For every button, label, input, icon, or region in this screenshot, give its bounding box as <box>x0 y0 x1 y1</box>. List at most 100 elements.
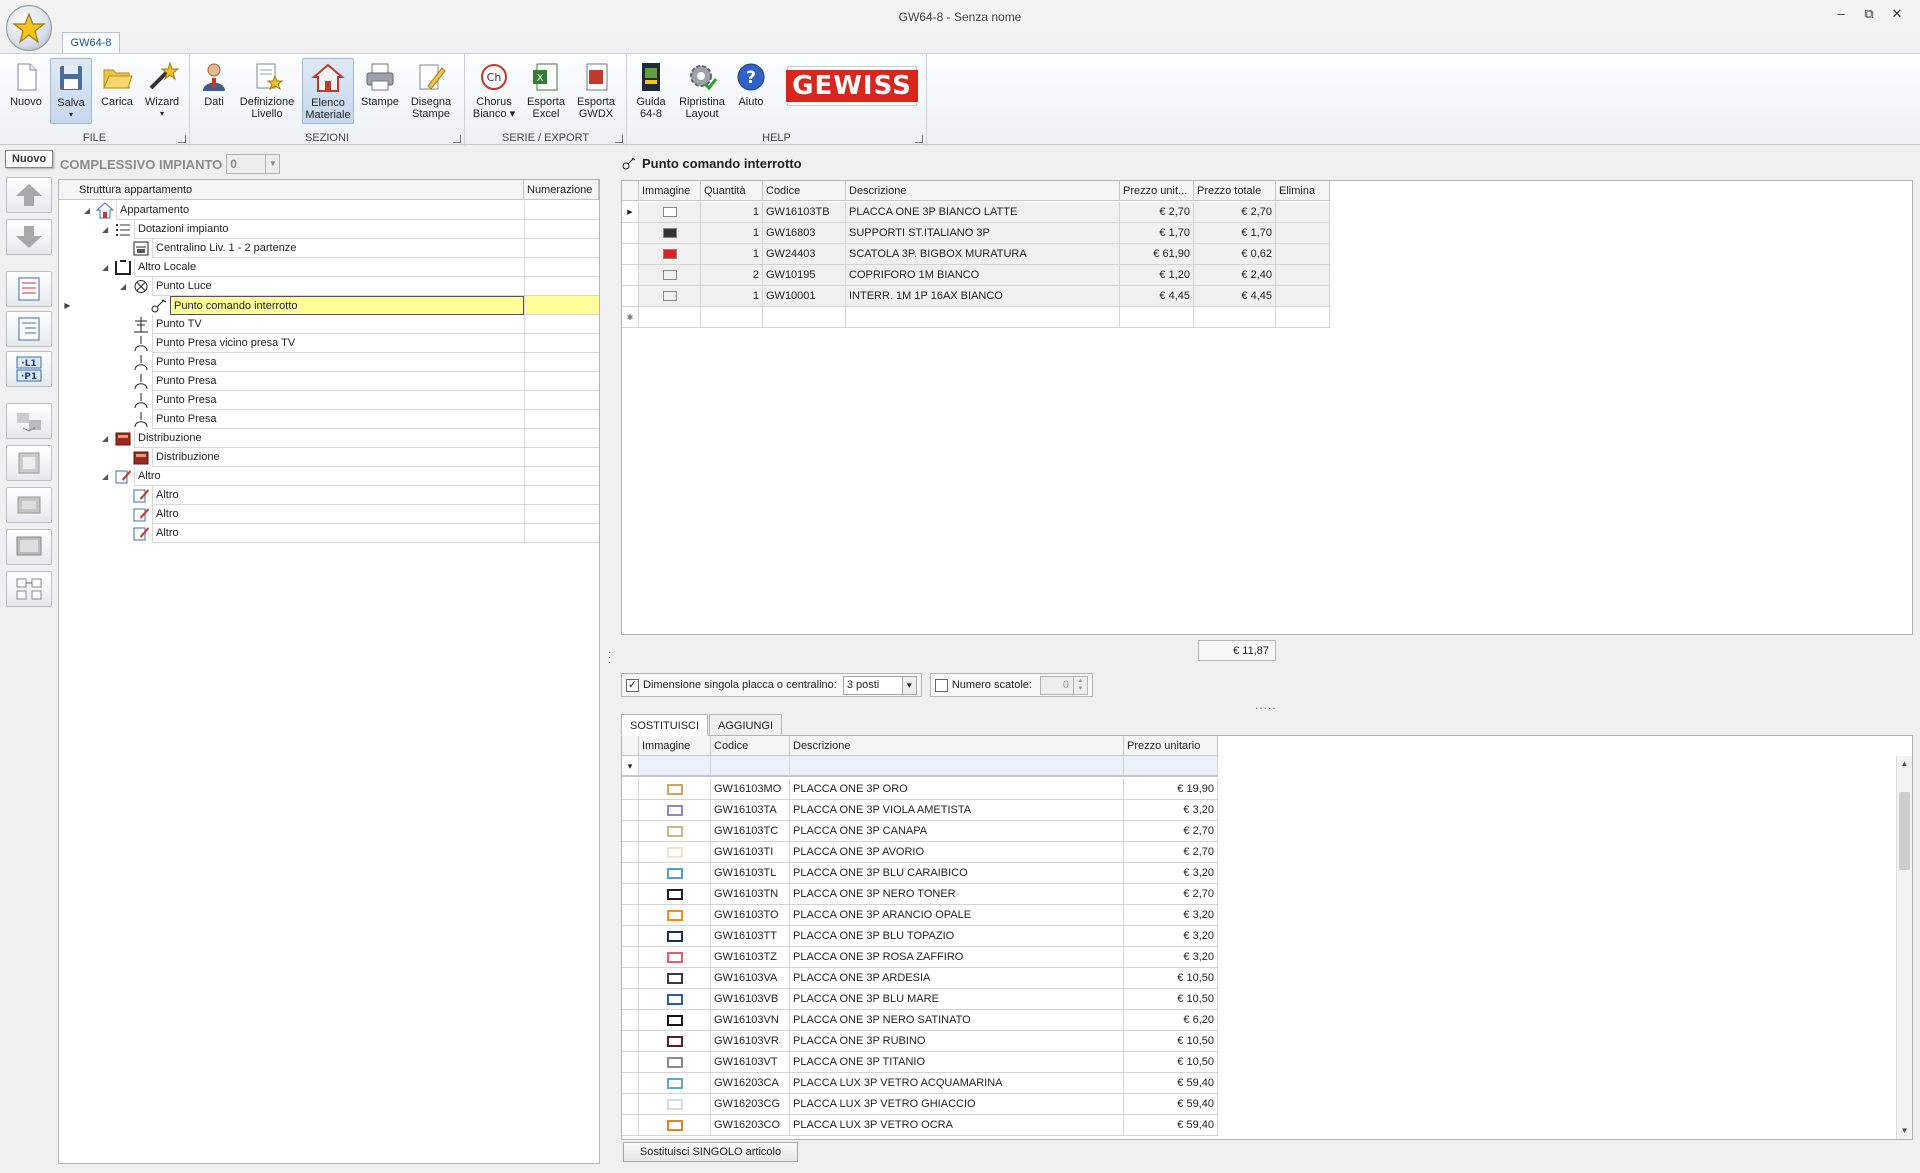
expand-toggle-icon[interactable]: ◢ <box>102 258 112 277</box>
expand-toggle-icon[interactable]: ◢ <box>120 277 130 296</box>
row-selector[interactable] <box>622 223 639 244</box>
row-selector[interactable] <box>622 1073 639 1094</box>
numerazione-cell[interactable] <box>524 391 599 410</box>
quantity-cell[interactable]: 1 <box>701 223 763 244</box>
replacement-row[interactable]: GW16103TZ PLACCA ONE 3P ROSA ZAFFIRO € 3,2… <box>622 947 1218 968</box>
row-selector[interactable] <box>622 884 639 905</box>
numerazione-cell[interactable] <box>524 448 599 467</box>
group-launcher-file[interactable] <box>178 135 186 143</box>
row-selector[interactable] <box>622 947 639 968</box>
filter-icon[interactable]: ▾ <box>622 756 639 777</box>
guida-button[interactable]: Guida 64-8 <box>631 58 671 124</box>
col-numerazione[interactable]: Numerazione <box>524 180 599 200</box>
numero-scatole-checkbox[interactable] <box>934 678 948 692</box>
numerazione-cell[interactable] <box>524 486 599 505</box>
disegna-stampe-button[interactable]: Disegna Stampe <box>406 58 456 124</box>
material-row[interactable]: 2 GW10195 COPRIFORO 1M BIANCO € 1,20 € 2,40 <box>622 265 1330 286</box>
tool-button-2[interactable] <box>6 445 52 481</box>
numerazione-cell[interactable] <box>524 505 599 524</box>
tree-node[interactable]: Centralino Liv. 1 - 2 partenze <box>59 239 599 258</box>
col-codice[interactable]: Codice <box>711 736 790 756</box>
numerazione-cell[interactable] <box>524 315 599 334</box>
replacement-row[interactable]: GW16203CO PLACCA LUX 3P VETRO OCRA € 59,40 <box>622 1115 1218 1136</box>
col-prezzo-unitario[interactable]: Prezzo unitario <box>1124 736 1218 756</box>
move-up-button[interactable] <box>6 177 52 213</box>
complessivo-select[interactable]: 0 ▼ <box>226 154 281 174</box>
col-descrizione[interactable]: Descrizione <box>846 181 1120 201</box>
col-immagine[interactable]: Immagine <box>639 736 711 756</box>
col-prezzo-unitario[interactable]: Prezzo unit... <box>1120 181 1194 201</box>
material-row[interactable]: 1 GW16803 SUPPORTI ST.ITALIANO 3P € 1,70 € 1… <box>622 223 1330 244</box>
stampe-button[interactable]: Stampe <box>358 58 402 124</box>
filter-immagine[interactable] <box>639 756 711 777</box>
quantity-cell[interactable]: 2 <box>701 265 763 286</box>
replacement-row[interactable]: GW16103TL PLACCA ONE 3P BLU CARAIBICO € 3,… <box>622 863 1218 884</box>
tool-button-4[interactable] <box>6 529 52 565</box>
col-prezzo-totale[interactable]: Prezzo totale <box>1194 181 1276 201</box>
replacement-row[interactable]: GW16103VT PLACCA ONE 3P TITANIO € 10,50 <box>622 1052 1218 1073</box>
empty-cell[interactable] <box>846 307 1120 328</box>
row-selector[interactable] <box>622 842 639 863</box>
replacement-row[interactable]: GW16103TN PLACCA ONE 3P NERO TONER € 2,70 <box>622 884 1218 905</box>
scroll-up-icon[interactable]: ▲ <box>1897 756 1912 772</box>
replacement-row[interactable]: GW16103VR PLACCA ONE 3P RUBINO € 10,50 <box>622 1031 1218 1052</box>
row-selector[interactable] <box>622 863 639 884</box>
tab-sostituisci[interactable]: SOSTITUISCI <box>621 714 709 736</box>
vertical-splitter[interactable]: · · · <box>608 648 612 668</box>
tree-node[interactable]: Distribuzione <box>59 448 599 467</box>
elenco-materiale-button[interactable]: Elenco Materiale <box>302 58 354 124</box>
filter-prezzo[interactable] <box>1124 756 1218 777</box>
numero-scatole-stepper[interactable]: 0 ▲ ▼ <box>1039 675 1088 695</box>
row-selector[interactable] <box>622 1010 639 1031</box>
replacement-row[interactable]: GW16103VB PLACCA ONE 3P BLU MARE € 10,50 <box>622 989 1218 1010</box>
ribbon-tab-gw64-8[interactable]: GW64-8 <box>62 32 120 54</box>
dimensione-select[interactable]: 3 posti ▼ <box>842 675 917 695</box>
carica-button[interactable]: Carica <box>96 58 138 124</box>
sostituisci-singolo-button[interactable]: Sostituisci SINGOLO articolo <box>623 1142 798 1162</box>
tree-node[interactable]: Punto Presa <box>59 410 599 429</box>
numerazione-cell[interactable] <box>524 429 599 448</box>
empty-cell[interactable] <box>1276 307 1330 328</box>
numerazione-cell[interactable] <box>524 334 599 353</box>
tree-node[interactable]: ◢ Altro Locale <box>59 258 599 277</box>
expand-toggle-icon[interactable]: ◢ <box>102 220 112 239</box>
move-down-button[interactable] <box>6 219 52 255</box>
list-view-button[interactable] <box>6 271 52 307</box>
ripristina-layout-button[interactable]: Ripristina Layout <box>677 58 727 124</box>
row-selector[interactable] <box>622 779 639 800</box>
delete-cell[interactable] <box>1276 244 1330 265</box>
tree-node[interactable]: Altro <box>59 524 599 543</box>
tree-node[interactable]: ◢ Dotazioni impianto <box>59 220 599 239</box>
numbering-button[interactable]: ·L1 ·P1 <box>6 351 52 387</box>
numerazione-cell[interactable] <box>524 410 599 429</box>
col-descrizione[interactable]: Descrizione <box>790 736 1124 756</box>
scroll-down-icon[interactable]: ▼ <box>1897 1123 1912 1139</box>
col-quantita[interactable]: Quantità <box>701 181 763 201</box>
esporta-gwdx-button[interactable]: Esporta GWDX <box>573 58 619 124</box>
tree-node[interactable]: ▶ Punto comando interrotto <box>59 296 599 315</box>
tree-node[interactable]: ◢ Distribuzione <box>59 429 599 448</box>
material-row[interactable]: 1 GW24403 SCATOLA 3P. BIGBOX MURATURA € 61,… <box>622 244 1330 265</box>
esporta-excel-button[interactable]: X Esporta Excel <box>523 58 569 124</box>
expand-toggle-icon[interactable]: ◢ <box>102 467 112 486</box>
salva-button[interactable]: Salva ▾ <box>50 58 92 124</box>
row-selector[interactable] <box>622 1052 639 1073</box>
group-launcher-help[interactable] <box>915 135 923 143</box>
scroll-thumb[interactable] <box>1899 792 1910 870</box>
restore-button[interactable]: ⧉ <box>1858 6 1880 24</box>
numerazione-cell[interactable] <box>524 220 599 239</box>
row-selector[interactable] <box>622 1094 639 1115</box>
tree-node[interactable]: Altro <box>59 505 599 524</box>
tree-node[interactable]: Altro <box>59 486 599 505</box>
row-selector[interactable] <box>622 244 639 265</box>
tool-button-5[interactable] <box>6 571 52 607</box>
row-selector[interactable] <box>622 821 639 842</box>
numerazione-cell[interactable] <box>524 258 599 277</box>
replacement-row[interactable]: GW16203CA PLACCA LUX 3P VETRO ACQUAMARINA… <box>622 1073 1218 1094</box>
numerazione-cell[interactable] <box>524 372 599 391</box>
numerazione-cell[interactable] <box>524 201 599 220</box>
row-selector[interactable] <box>622 286 639 307</box>
expand-toggle-icon[interactable]: ◢ <box>102 429 112 448</box>
tree-node[interactable]: Punto Presa <box>59 391 599 410</box>
vertical-scrollbar[interactable]: ▲ ▼ <box>1896 756 1912 1139</box>
